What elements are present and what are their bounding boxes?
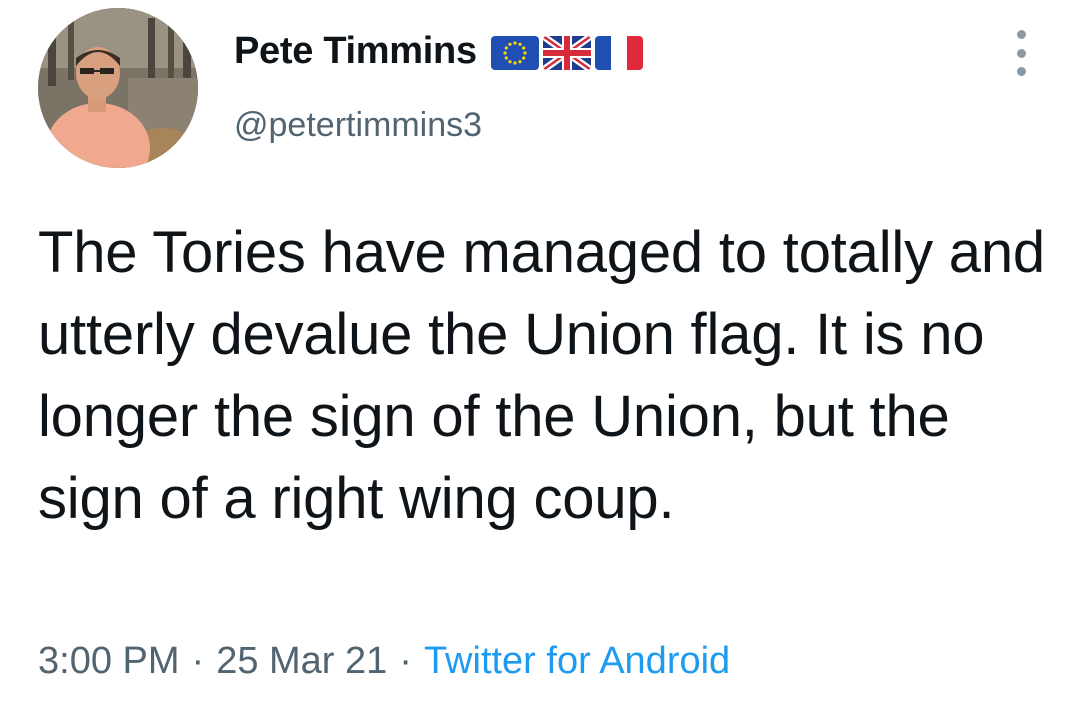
avatar[interactable] — [38, 8, 198, 168]
eu-flag-icon — [490, 36, 539, 70]
tweet-text: The Tories have managed to totally and u… — [38, 220, 1045, 531]
display-name-row: Pete Timmins — [234, 26, 643, 76]
tweet-source-link[interactable]: Twitter for Android — [424, 640, 730, 683]
tweet-meta: 3:00 PM · 25 Mar 21 · Twitter for Androi… — [38, 640, 730, 683]
tweet-date[interactable]: 25 Mar 21 — [216, 640, 387, 683]
france-flag-icon — [594, 36, 643, 70]
more-options-icon[interactable] — [1006, 30, 1036, 76]
more-dot — [1016, 67, 1026, 76]
tweet-time[interactable]: 3:00 PM — [38, 640, 180, 683]
tweet-card: Pete Timmins @petertimmins3 The Tories h… — [0, 0, 1080, 726]
flag-emojis — [490, 36, 643, 70]
username[interactable]: @petertimmins3 — [234, 106, 482, 145]
more-dot — [1016, 48, 1026, 58]
display-name[interactable]: Pete Timmins — [234, 30, 477, 73]
more-dot — [1016, 30, 1026, 39]
meta-separator: · — [191, 640, 205, 682]
meta-separator: · — [399, 640, 412, 682]
uk-flag-icon — [542, 36, 591, 70]
